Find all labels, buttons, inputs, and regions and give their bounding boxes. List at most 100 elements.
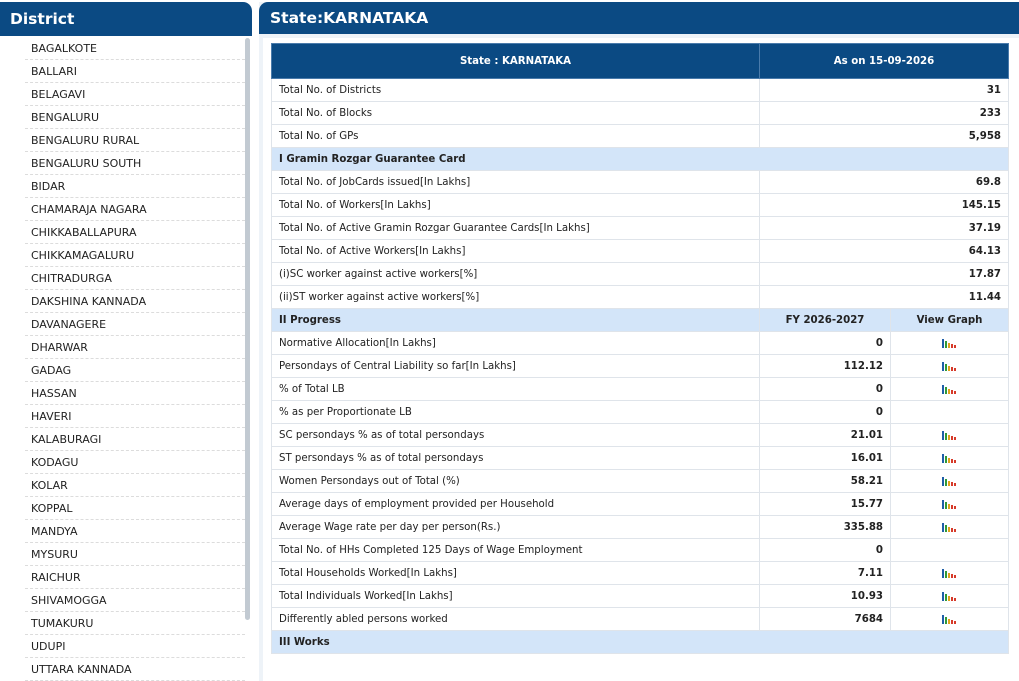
view-graph-cell[interactable] xyxy=(890,331,1009,355)
view-graph-cell[interactable] xyxy=(890,423,1009,447)
stat-value: 17.87 xyxy=(759,262,1009,286)
stat-label: Persondays of Central Liability so far[I… xyxy=(271,354,760,378)
district-item[interactable]: CHIKKABALLAPURA xyxy=(25,222,245,244)
district-list: BAGALKOTE BALLARI BELAGAVI BENGALURU BENGALU… xyxy=(0,38,252,681)
district-item[interactable]: KOLAR xyxy=(25,475,245,497)
district-item[interactable]: BIDAR xyxy=(25,176,245,198)
state-panel-title: State:KARNATAKA xyxy=(259,2,1019,34)
bar-chart-icon[interactable] xyxy=(942,338,957,348)
state-panel: State:KARNATAKA State : KARNATAKA As on … xyxy=(259,2,1019,681)
stat-label: Normative Allocation[In Lakhs] xyxy=(271,331,760,355)
district-item[interactable]: TUMAKURU xyxy=(25,613,245,635)
district-item[interactable]: DAKSHINA KANNADA xyxy=(25,291,245,313)
stat-value: 7684 xyxy=(759,607,891,631)
bar-chart-icon[interactable] xyxy=(942,453,957,463)
table-row: (i)SC worker against active workers[%] 17… xyxy=(271,262,1009,286)
table-row: Total No. of Blocks 233 xyxy=(271,101,1009,125)
district-item[interactable]: UDUPI xyxy=(25,636,245,658)
district-item[interactable]: CHITRADURGA xyxy=(25,268,245,290)
state-stats-container: State : KARNATAKA As on 15-09-2026 Total… xyxy=(263,38,1019,681)
district-item[interactable]: BELAGAVI xyxy=(25,84,245,106)
district-item[interactable]: BENGALURU RURAL xyxy=(25,130,245,152)
view-graph-cell[interactable] xyxy=(890,492,1009,516)
bar-chart-icon[interactable] xyxy=(942,591,957,601)
stat-value: 11.44 xyxy=(759,285,1009,309)
view-graph-cell[interactable] xyxy=(890,354,1009,378)
view-graph-cell xyxy=(890,538,1009,562)
table-row: Average days of employment provided per … xyxy=(271,492,1009,516)
section-title: II Progress xyxy=(271,308,760,332)
stat-label: Total No. of Districts xyxy=(271,78,760,102)
district-item[interactable]: RAICHUR xyxy=(25,567,245,589)
district-item[interactable]: CHIKKAMAGALURU xyxy=(25,245,245,267)
table-header-row: State : KARNATAKA As on 15-09-2026 xyxy=(271,43,1009,79)
stat-value: 0 xyxy=(759,377,891,401)
view-graph-cell[interactable] xyxy=(890,377,1009,401)
section-title: I Gramin Rozgar Guarantee Card xyxy=(271,147,1009,171)
table-row: (ii)ST worker against active workers[%] 1… xyxy=(271,285,1009,309)
view-graph-cell[interactable] xyxy=(890,515,1009,539)
stat-value: 37.19 xyxy=(759,216,1009,240)
table-row: Total No. of Workers[In Lakhs] 145.15 xyxy=(271,193,1009,217)
table-row: Total Individuals Worked[In Lakhs] 10.93 xyxy=(271,584,1009,608)
table-row: SC persondays % as of total persondays 21… xyxy=(271,423,1009,447)
stat-value: 0 xyxy=(759,331,891,355)
view-graph-cell[interactable] xyxy=(890,607,1009,631)
stat-value: 58.21 xyxy=(759,469,891,493)
section-row: II Progress FY 2026-2027 View Graph xyxy=(271,308,1009,332)
district-item[interactable]: CHAMARAJA NAGARA xyxy=(25,199,245,221)
district-item[interactable]: BENGALURU SOUTH xyxy=(25,153,245,175)
stat-label: Total Households Worked[In Lakhs] xyxy=(271,561,760,585)
district-item[interactable]: MYSURU xyxy=(25,544,245,566)
district-item[interactable]: HAVERI xyxy=(25,406,245,428)
column-view-graph: View Graph xyxy=(890,308,1009,332)
section-title: III Works xyxy=(271,630,1009,654)
table-row: Total No. of HHs Completed 125 Days of W… xyxy=(271,538,1009,562)
bar-chart-icon[interactable] xyxy=(942,568,957,578)
table-row: Persondays of Central Liability so far[I… xyxy=(271,354,1009,378)
stat-label: Women Persondays out of Total (%) xyxy=(271,469,760,493)
district-item[interactable]: GADAG xyxy=(25,360,245,382)
district-item[interactable]: BALLARI xyxy=(25,61,245,83)
district-item[interactable]: HASSAN xyxy=(25,383,245,405)
bar-chart-icon[interactable] xyxy=(942,499,957,509)
view-graph-cell[interactable] xyxy=(890,584,1009,608)
view-graph-cell[interactable] xyxy=(890,469,1009,493)
stat-value: 16.01 xyxy=(759,446,891,470)
table-row: Normative Allocation[In Lakhs] 0 xyxy=(271,331,1009,355)
stat-value: 10.93 xyxy=(759,584,891,608)
stat-value: 5,958 xyxy=(759,124,1009,148)
stat-label: Average days of employment provided per … xyxy=(271,492,760,516)
stat-label: (ii)ST worker against active workers[%] xyxy=(271,285,760,309)
district-item[interactable]: BENGALURU xyxy=(25,107,245,129)
stat-value: 7.11 xyxy=(759,561,891,585)
district-item[interactable]: SHIVAMOGGA xyxy=(25,590,245,612)
stat-value: 21.01 xyxy=(759,423,891,447)
district-item[interactable]: BAGALKOTE xyxy=(25,38,245,60)
district-item[interactable]: KALABURAGI xyxy=(25,429,245,451)
bar-chart-icon[interactable] xyxy=(942,384,957,394)
bar-chart-icon[interactable] xyxy=(942,361,957,371)
bar-chart-icon[interactable] xyxy=(942,476,957,486)
stat-label: Total No. of JobCards issued[In Lakhs] xyxy=(271,170,760,194)
stat-label: ST persondays % as of total persondays xyxy=(271,446,760,470)
section-row: I Gramin Rozgar Guarantee Card xyxy=(271,147,1009,171)
bar-chart-icon[interactable] xyxy=(942,522,957,532)
bar-chart-icon[interactable] xyxy=(942,614,957,624)
district-item[interactable]: DAVANAGERE xyxy=(25,314,245,336)
bar-chart-icon[interactable] xyxy=(942,430,957,440)
district-list-scrollbar[interactable] xyxy=(245,38,250,620)
district-panel-title: District xyxy=(0,2,252,36)
view-graph-cell[interactable] xyxy=(890,446,1009,470)
district-item[interactable]: MANDYA xyxy=(25,521,245,543)
column-fy: FY 2026-2027 xyxy=(759,308,891,332)
district-item[interactable]: DHARWAR xyxy=(25,337,245,359)
table-row: % as per Proportionate LB 0 xyxy=(271,400,1009,424)
table-body: Total No. of Districts 31 Total No. of Blo… xyxy=(271,78,1009,654)
stat-value: 112.12 xyxy=(759,354,891,378)
district-item[interactable]: UTTARA KANNADA xyxy=(25,659,245,681)
view-graph-cell[interactable] xyxy=(890,561,1009,585)
district-item[interactable]: KOPPAL xyxy=(25,498,245,520)
district-item[interactable]: KODAGU xyxy=(25,452,245,474)
stat-label: % of Total LB xyxy=(271,377,760,401)
